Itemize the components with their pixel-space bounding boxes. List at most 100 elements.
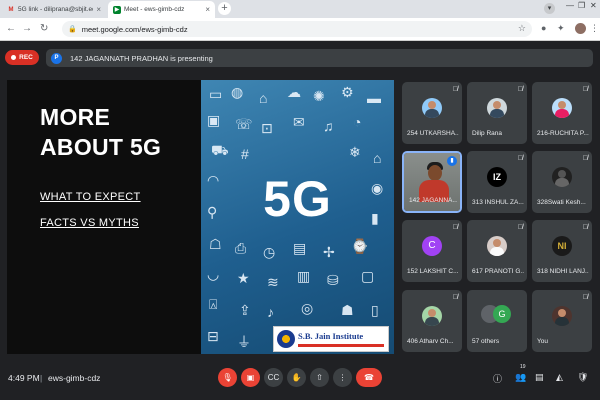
car-icon: ▬: [367, 90, 381, 106]
participant-name: 406 Atharv Ch...: [407, 338, 454, 345]
presenting-text: 142 JAGANNATH PRADHAN is presenting: [70, 53, 213, 63]
window-close-icon[interactable]: ✕: [590, 1, 597, 10]
institute-logo: S.B. Jain Institute: [273, 326, 389, 352]
close-icon[interactable]: ×: [205, 5, 210, 14]
extensions-icon[interactable]: ✦: [557, 23, 565, 34]
raise-hand-button[interactable]: ✋: [287, 368, 306, 387]
participant-tile[interactable]: 🎙̸ 328Swati Kesh...: [532, 151, 592, 213]
tab-title: 5G link - dilipranа@sbjit.edu.in -: [18, 6, 93, 13]
participant-tile[interactable]: 🎙̸ NI 318 NIDHI LANJ...: [532, 220, 592, 282]
mic-toggle-button[interactable]: 🎙: [218, 368, 237, 387]
menu-kebab-icon[interactable]: ⋮: [590, 23, 599, 34]
participant-tile[interactable]: 🎙̸ Dilip Rana: [467, 82, 527, 144]
close-icon[interactable]: ×: [96, 5, 101, 14]
logo-underline: [298, 343, 384, 347]
people-icon[interactable]: 👥: [515, 372, 526, 383]
record-dot-icon: [11, 55, 17, 60]
home-icon: ⌂: [373, 150, 382, 166]
hashtag-icon: #: [241, 146, 249, 162]
reload-icon[interactable]: ↻: [40, 23, 48, 34]
avatar: [487, 236, 507, 256]
laptop-icon: ▣: [207, 112, 221, 128]
participant-tile-speaking[interactable]: ▮ 142 JAGANNA...: [402, 151, 462, 213]
avatar: NI: [552, 236, 572, 256]
host-controls-icon[interactable]: 🛡: [577, 372, 588, 383]
back-icon[interactable]: ←: [6, 23, 16, 34]
participant-tile[interactable]: 🎙̸ 406 Atharv Ch...: [402, 290, 462, 352]
present-button[interactable]: ⇧: [310, 368, 329, 387]
participant-tile[interactable]: 🎙̸ 254 UTKARSHA...: [402, 82, 462, 144]
profile-avatar[interactable]: [575, 23, 586, 34]
tab-gmail[interactable]: M 5G link - dilipranа@sbjit.edu.in - ×: [2, 1, 106, 18]
activities-icon[interactable]: ◭: [556, 372, 563, 383]
participant-name: 318 NIDHI LANJ...: [537, 268, 589, 275]
mic-off-icon: 🎙̸: [517, 224, 523, 231]
meet-icon: ▶: [113, 5, 121, 14]
star-icon: ★: [237, 270, 250, 286]
mic-off-icon: 🎙̸: [452, 294, 458, 301]
mic-off-icon: 🎙̸: [582, 86, 588, 93]
lock-icon[interactable]: 🔒: [68, 25, 77, 33]
self-tile[interactable]: 🎙̸ You: [532, 290, 592, 352]
gmail-icon: M: [8, 6, 14, 13]
separator: |: [40, 373, 43, 383]
clock-icon: ◷: [263, 244, 276, 260]
slide-text-panel: MORE ABOUT 5G WHAT TO EXPECT FACTS VS MY…: [7, 80, 201, 354]
tab-meet[interactable]: ▶ Meet - ews-gimb-cdz ×: [108, 1, 215, 18]
bell-icon: ♪: [267, 304, 274, 320]
url-text: meet.google.com/ews-gimb-cdz: [81, 24, 188, 34]
tablet-icon: ▭: [209, 86, 223, 102]
participant-tile[interactable]: 🎙̸ C 152 LAKSHIT C...: [402, 220, 462, 282]
meeting-time: 4:49 PM: [8, 373, 40, 383]
share-icon: ⇪: [239, 302, 251, 318]
participant-tile[interactable]: 🎙̸ 216-RUCHITA P...: [532, 82, 592, 144]
info-icon[interactable]: ⓘ: [493, 372, 502, 385]
meeting-controls-bar: 4:49 PM | ews-gimb-cdz 🎙 ▣ CC ✋ ⇧ ⋮ ☎ ⓘ …: [0, 358, 600, 400]
gear-icon: ⚙: [341, 84, 354, 100]
forward-icon[interactable]: →: [22, 23, 32, 34]
recording-badge: REC: [5, 50, 39, 65]
mic-off-icon: 🎙̸: [517, 155, 523, 162]
record-ext-icon[interactable]: ●: [541, 23, 546, 33]
captions-button[interactable]: CC: [264, 368, 283, 387]
avatar: [422, 306, 442, 326]
participant-tile[interactable]: 🎙̸ 617 PRANOTI G...: [467, 220, 527, 282]
bag-icon: ⊟: [207, 328, 219, 344]
logo-name: S.B. Jain Institute: [298, 330, 364, 341]
mail-icon: ✉: [293, 114, 305, 130]
new-tab-button[interactable]: +: [218, 2, 231, 15]
tab-search-icon[interactable]: ▾: [544, 3, 555, 14]
avatar: [552, 306, 572, 326]
institute-seal-icon: [277, 330, 295, 348]
slide-title: MORE ABOUT 5G: [40, 104, 162, 160]
avatar: IZ: [487, 167, 507, 187]
camera-toggle-button[interactable]: ▣: [241, 368, 260, 387]
drone-icon: ✢: [323, 244, 335, 260]
monitor-icon: ▤: [293, 240, 307, 256]
others-tile[interactable]: G 57 others: [467, 290, 527, 352]
participant-name: 313 INSHUL ZA...: [472, 199, 524, 206]
presentation-stage[interactable]: MORE ABOUT 5G WHAT TO EXPECT FACTS VS MY…: [7, 80, 394, 354]
robot-icon: ☖: [209, 236, 222, 252]
lamp-icon: ☗: [341, 302, 354, 318]
participant-tile[interactable]: 🎙̸ IZ 313 INSHUL ZA...: [467, 151, 527, 213]
mic-off-icon: 🎙̸: [582, 294, 588, 301]
rec-label: REC: [19, 54, 33, 61]
bookmark-star-icon[interactable]: ☆: [518, 23, 526, 34]
headphones-icon: ◡: [207, 266, 220, 282]
minimize-icon[interactable]: —: [566, 1, 574, 10]
participant-name: 617 PRANOTI G...: [472, 268, 524, 275]
meeting-code: ews-gimb-cdz: [48, 373, 101, 383]
chat-icon[interactable]: ▤: [535, 372, 544, 383]
participant-name: 152 LAKSHIT C...: [407, 268, 459, 275]
globe-icon: ◍: [231, 84, 244, 100]
end-call-button[interactable]: ☎: [356, 368, 382, 387]
url-field[interactable]: 🔒 meet.google.com/ews-gimb-cdz ☆: [62, 21, 532, 37]
thermostat-icon: ◎: [301, 300, 314, 316]
maximize-icon[interactable]: ❐: [578, 1, 585, 10]
slide-graphic-panel: ▭ ◍ ⌂ ☁ ✺ ⚙ ▬ ▣ ☏ ⊡ ✉ ♫ ◔ ⛟ # ❄ ⌂ ◠ ◉ ⚲ …: [201, 80, 394, 354]
avatar: [552, 167, 572, 187]
browser-tab-strip: M 5G link - dilipranа@sbjit.edu.in - × ▶…: [0, 0, 600, 18]
bulb-icon: ✺: [313, 88, 325, 104]
more-options-button[interactable]: ⋮: [333, 368, 352, 387]
